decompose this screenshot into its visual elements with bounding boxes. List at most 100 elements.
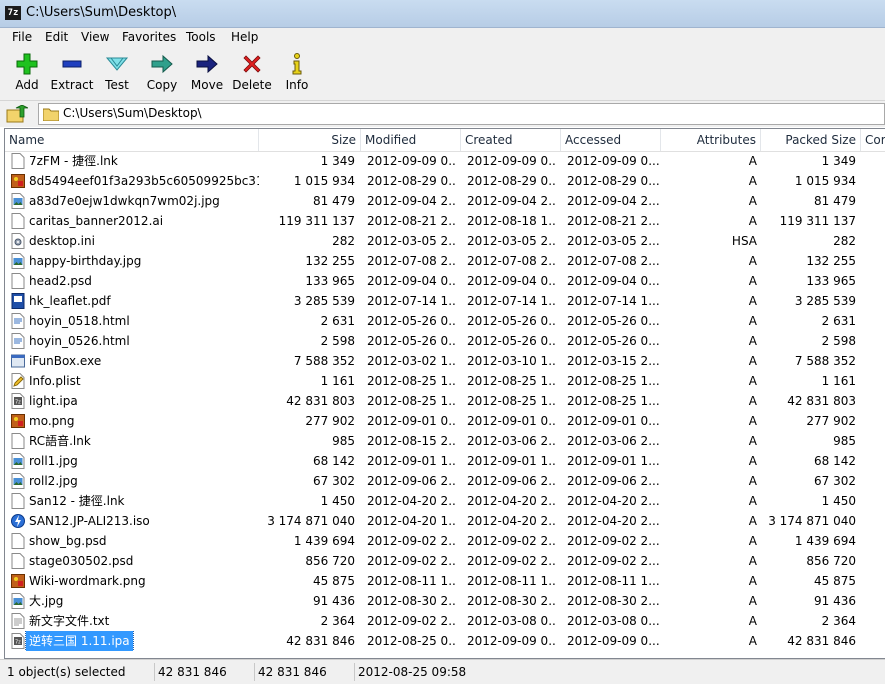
file-name: 7zFM - 捷徑.lnk [29, 154, 118, 168]
move-label: Move [190, 78, 224, 92]
file-row[interactable]: roll1.jpg 68 142 2012-09-01 1... 2012-09-01… [5, 451, 885, 471]
move-arrow-icon [196, 54, 218, 74]
column-modified[interactable]: Modified [361, 129, 461, 151]
cell-size: 1 161 [320, 374, 355, 388]
up-folder-button[interactable] [6, 104, 29, 123]
menu-favorites[interactable]: Favorites [122, 29, 176, 45]
cell-attributes: A [748, 474, 757, 488]
cell-name: desktop.ini [11, 231, 259, 251]
cell-created: 2012-08-30 2... [467, 594, 557, 608]
image-color-icon [11, 173, 25, 189]
cell-size: 1 015 934 [293, 174, 355, 188]
column-name[interactable]: Name [5, 129, 259, 151]
cell-modified: 2012-08-25 1... [367, 374, 457, 388]
cell-modified: 2012-07-08 2... [367, 254, 457, 268]
menu-help[interactable]: Help [231, 29, 258, 45]
file-row[interactable]: SAN12.JP-ALI213.iso 3 174 871 040 2012-04-… [5, 511, 885, 531]
cell-accessed: 2012-09-06 2... [567, 474, 660, 488]
file-row[interactable]: RC語音.lnk 985 2012-08-15 2... 2012-03-06 2..… [5, 431, 885, 451]
file-row[interactable]: happy-birthday.jpg 132 255 2012-07-08 2...… [5, 251, 885, 271]
cell-attributes: A [748, 314, 757, 328]
file-name: 逆转三国 1.11.ipa [25, 631, 134, 651]
cell-attributes: A [748, 634, 757, 648]
column-comment[interactable]: Cor [861, 129, 885, 151]
cell-attributes: A [748, 554, 757, 568]
delete-button[interactable]: Delete [229, 52, 275, 98]
menu-tools[interactable]: Tools [186, 29, 216, 45]
cell-size: 3 285 539 [293, 294, 355, 308]
file-row[interactable]: head2.psd 133 965 2012-09-04 0... 2012-09-0… [5, 271, 885, 291]
menu-edit[interactable]: Edit [45, 29, 68, 45]
cell-created: 2012-08-11 1... [467, 574, 557, 588]
address-input[interactable]: C:\Users\Sum\Desktop\ [38, 103, 885, 125]
file-row[interactable]: hoyin_0518.html 2 631 2012-05-26 0... 2012-… [5, 311, 885, 331]
cell-size: 119 311 137 [278, 214, 355, 228]
cell-modified: 2012-09-09 0... [367, 154, 457, 168]
file-row[interactable]: roll2.jpg 67 302 2012-09-06 2... 2012-09-06… [5, 471, 885, 491]
file-name: San12 - 捷徑.lnk [29, 494, 125, 508]
cell-modified: 2012-03-05 2... [367, 234, 457, 248]
file-row[interactable]: desktop.ini 282 2012-03-05 2... 2012-03-05 … [5, 231, 885, 251]
cell-attributes: A [748, 614, 757, 628]
add-button[interactable]: Add [4, 52, 50, 98]
extract-button[interactable]: Extract [49, 52, 95, 98]
column-attributes[interactable]: Attributes [661, 129, 761, 151]
column-created[interactable]: Created [461, 129, 561, 151]
file-row[interactable]: 7z light.ipa 42 831 803 2012-08-25 1... 2012… [5, 391, 885, 411]
file-row[interactable]: Info.plist 1 161 2012-08-25 1... 2012-08-25… [5, 371, 885, 391]
svg-text:7z: 7z [15, 640, 21, 646]
menu-file[interactable]: File [12, 29, 32, 45]
extract-icon [62, 60, 82, 68]
file-row[interactable]: mo.png 277 902 2012-09-01 0... 2012-09-01 0… [5, 411, 885, 431]
file-row[interactable]: caritas_banner2012.ai 119 311 137 2012-08-… [5, 211, 885, 231]
cell-attributes: A [748, 454, 757, 468]
cell-size: 985 [332, 434, 355, 448]
file-row[interactable]: 8d5494eef01f3a293b5c60509925bc31... 1 015… [5, 171, 885, 191]
file-row[interactable]: 大.jpg 91 436 2012-08-30 2... 2012-08-30 2..… [5, 591, 885, 611]
file-row[interactable]: 7z 逆转三国 1.11.ipa 42 831 846 2012-08-25 0...… [5, 631, 885, 651]
cell-accessed: 2012-04-20 2... [567, 514, 660, 528]
file-row[interactable]: hk_leaflet.pdf 3 285 539 2012-07-14 1... 20… [5, 291, 885, 311]
copy-button[interactable]: Copy [139, 52, 185, 98]
cell-packed-size: 42 831 803 [787, 394, 856, 408]
cell-modified: 2012-08-25 0... [367, 634, 457, 648]
file-row[interactable]: a83d7e0ejw1dwkqn7wm02j.jpg 81 479 2012-09-… [5, 191, 885, 211]
cell-size: 2 598 [320, 334, 355, 348]
file-row[interactable]: hoyin_0526.html 2 598 2012-05-26 0... 2012-… [5, 331, 885, 351]
file-row[interactable]: 7zFM - 捷徑.lnk 1 349 2012-09-09 0... 2012-09… [5, 151, 885, 171]
menu-view[interactable]: View [81, 29, 109, 45]
column-size[interactable]: Size [259, 129, 361, 151]
move-button[interactable]: Move [184, 52, 230, 98]
column-packed-size[interactable]: Packed Size [761, 129, 861, 151]
file-name: RC語音.lnk [29, 434, 91, 448]
cell-modified: 2012-09-02 2... [367, 614, 457, 628]
cell-name: stage030502.psd [11, 551, 259, 571]
cell-modified: 2012-09-04 0... [367, 274, 457, 288]
file-row[interactable]: Wiki-wordmark.png 45 875 2012-08-11 1... 20… [5, 571, 885, 591]
file-row[interactable]: show_bg.psd 1 439 694 2012-09-02 2... 2012-… [5, 531, 885, 551]
file-row[interactable]: stage030502.psd 856 720 2012-09-02 2... 201… [5, 551, 885, 571]
cell-modified: 2012-03-02 1... [367, 354, 457, 368]
file-name: roll2.jpg [29, 474, 78, 488]
file-row[interactable]: San12 - 捷徑.lnk 1 450 2012-04-20 2... 2012-0… [5, 491, 885, 511]
file-row[interactable]: 新文字文件.txt 2 364 2012-09-02 2... 2012-03-08 … [5, 611, 885, 631]
cell-accessed: 2012-09-01 1... [567, 454, 660, 468]
image-color-icon [11, 413, 25, 429]
test-button[interactable]: Test [94, 52, 140, 98]
cell-modified: 2012-05-26 0... [367, 314, 457, 328]
column-accessed[interactable]: Accessed [561, 129, 661, 151]
cell-packed-size: 1 161 [821, 374, 856, 388]
cell-attributes: A [748, 494, 757, 508]
cell-packed-size: 1 450 [821, 494, 856, 508]
file-list[interactable]: Name Size Modified Created Accessed Attr… [4, 128, 885, 659]
info-button[interactable]: Info [274, 52, 320, 98]
status-packed-size: 42 831 846 [254, 663, 354, 681]
cell-accessed: 2012-03-08 0... [567, 614, 660, 628]
cell-size: 68 142 [313, 454, 355, 468]
status-selected-count: 1 object(s) selected [7, 665, 126, 679]
cell-attributes: A [748, 534, 757, 548]
cell-created: 2012-04-20 2... [467, 494, 557, 508]
exe-file-icon [11, 353, 25, 369]
file-row[interactable]: iFunBox.exe 7 588 352 2012-03-02 1... 2012-… [5, 351, 885, 371]
cell-attributes: A [748, 154, 757, 168]
